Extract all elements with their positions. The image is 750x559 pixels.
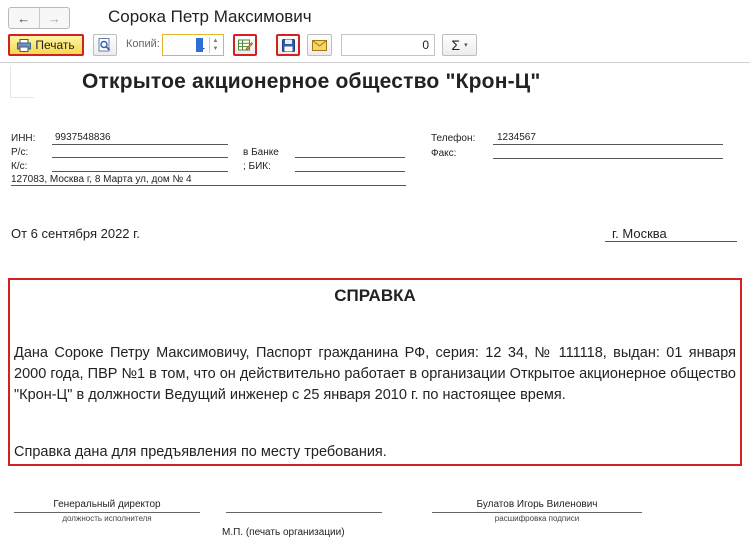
name-underline [432, 512, 642, 513]
envelope-icon [312, 39, 327, 51]
ks-label: К/с: [11, 161, 28, 172]
sum-mode-dropdown[interactable]: Σ ▾ [442, 34, 477, 56]
title-bar: ← → Сорока Петр Максимович [0, 0, 750, 34]
floppy-disk-icon [281, 38, 295, 52]
certificate-body: Дана Сороке Петру Максимовичу, Паспорт г… [14, 345, 736, 403]
send-email-button[interactable] [307, 34, 332, 56]
print-button-label: Печать [35, 38, 75, 52]
spin-down-icon[interactable]: ▼ [210, 45, 221, 53]
copies-label: Копий: [126, 38, 160, 50]
position-caption: должность исполнителя [62, 514, 152, 523]
rs-underline [52, 157, 228, 158]
navigation-group: ← → [8, 7, 70, 29]
ks-underline [52, 171, 228, 172]
bik-underline [295, 171, 405, 172]
print-button[interactable]: Печать [8, 34, 84, 56]
edit-document-button[interactable] [233, 34, 257, 56]
certificate-purpose: Справка дана для предъявления по месту т… [14, 444, 387, 460]
toolbar: Печать Копий: 1 ▲ ▼ [0, 34, 750, 58]
printer-icon [17, 38, 32, 52]
chevron-down-icon: ▾ [464, 42, 468, 49]
text-cursor [196, 38, 203, 52]
rs-label: Р/с: [11, 147, 29, 158]
inn-value: 9937548836 [55, 132, 111, 143]
fax-label: Факс: [431, 148, 457, 159]
phone-value: 1234567 [497, 132, 536, 143]
certificate-box: СПРАВКА Дана Сороке Петру Максимовичу, П… [8, 278, 742, 466]
certificate-title: СПРАВКА [334, 286, 416, 305]
phone-underline [493, 144, 723, 145]
bank-label: в Банке [243, 147, 279, 158]
page-corner-mark [10, 66, 34, 98]
window-title: Сорока Петр Максимович [108, 7, 312, 26]
document-city: г. Москва [612, 226, 667, 241]
spin-up-icon[interactable]: ▲ [210, 37, 221, 45]
bank-underline [295, 157, 405, 158]
sum-field[interactable]: 0 [341, 34, 435, 56]
sum-value: 0 [422, 38, 429, 52]
signature-line [226, 512, 382, 513]
magnifier-page-icon [98, 38, 111, 52]
forward-button[interactable]: → [38, 8, 70, 28]
fax-underline [493, 158, 723, 159]
address-text: 127083, Москва г, 8 Марта ул, дом № 4 [11, 174, 192, 185]
name-caption: расшифровка подписи [494, 514, 580, 523]
stamp-placeholder: М.П. (печать организации) [222, 527, 345, 538]
city-underline [605, 241, 737, 242]
document-date: От 6 сентября 2022 г. [11, 226, 140, 241]
sigma-icon: Σ [451, 37, 461, 53]
copies-input[interactable]: 1 ▲ ▼ [162, 34, 224, 56]
address-underline [11, 185, 406, 186]
arrow-right-icon: → [47, 10, 61, 26]
inn-underline [52, 144, 228, 145]
phone-label: Телефон: [431, 133, 476, 144]
save-button[interactable] [276, 34, 300, 56]
edit-table-icon [237, 39, 253, 51]
copies-spinner[interactable]: ▲ ▼ [209, 37, 221, 53]
preview-button[interactable] [93, 34, 117, 56]
signer-position: Генеральный директор [53, 499, 161, 510]
back-button[interactable]: ← [9, 8, 39, 28]
bik-label: ; БИК: [243, 161, 271, 172]
arrow-left-icon: ← [17, 10, 31, 26]
signer-name: Булатов Игорь Виленович [476, 499, 598, 510]
organization-name: Открытое акционерное общество "Крон-Ц" [82, 70, 541, 93]
position-underline [14, 512, 200, 513]
inn-label: ИНН: [11, 133, 36, 144]
